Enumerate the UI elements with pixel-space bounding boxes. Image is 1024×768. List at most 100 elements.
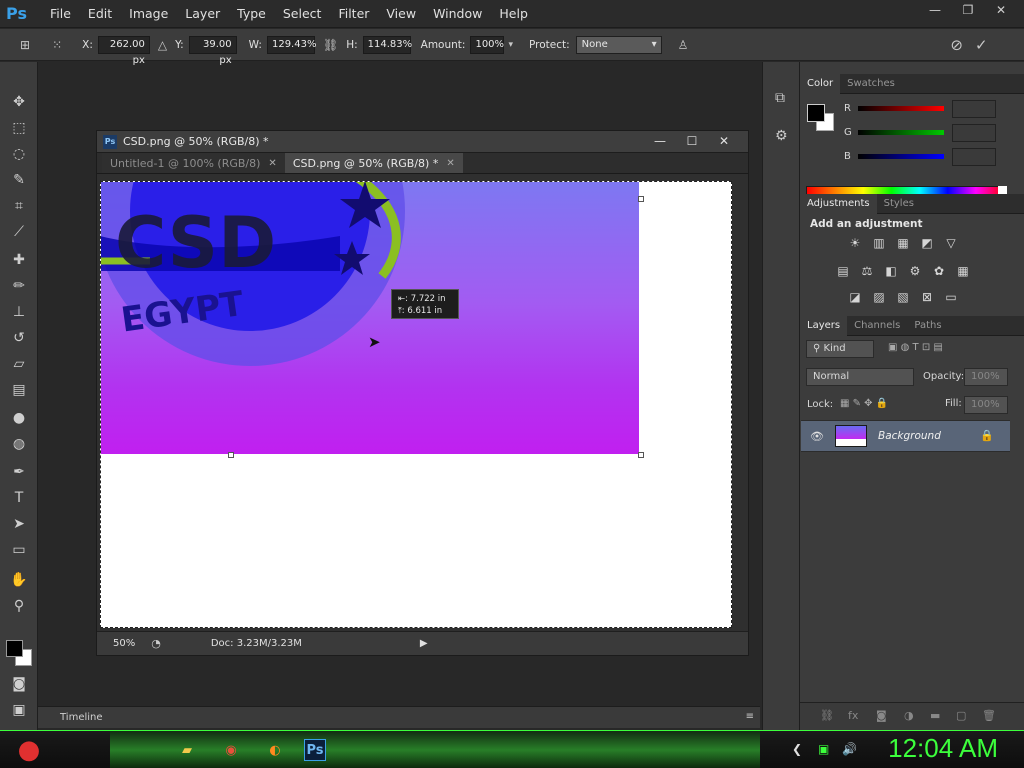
tab-layers[interactable]: Layers <box>800 315 848 336</box>
healing-brush-tool-icon[interactable]: ✚ <box>8 250 30 270</box>
amount-input[interactable]: 100% <box>470 35 505 54</box>
black-white-icon[interactable]: ◧ <box>883 264 899 278</box>
eraser-tool-icon[interactable]: ▱ <box>8 354 30 374</box>
link-icon[interactable]: ⛓ <box>323 38 338 52</box>
color-lookup-icon[interactable]: ▦ <box>955 264 971 278</box>
shape-tool-icon[interactable]: ▭ <box>8 540 30 560</box>
blue-value[interactable] <box>952 148 996 166</box>
posterize-icon[interactable]: ▨ <box>871 290 887 304</box>
transform-handle[interactable] <box>638 196 644 202</box>
layer-background[interactable]: 👁 Background 🔒 <box>801 420 1010 452</box>
adjustment-layer-icon[interactable]: ◑ <box>904 709 914 722</box>
status-arrow-icon[interactable]: ▶ <box>420 638 428 649</box>
transform-handle[interactable] <box>638 452 644 458</box>
blur-tool-icon[interactable]: ● <box>8 408 30 428</box>
menu-layer[interactable]: Layer <box>185 6 220 21</box>
hue-saturation-icon[interactable]: ▤ <box>835 264 851 278</box>
menu-filter[interactable]: Filter <box>338 6 369 21</box>
exposure-icon[interactable]: ◩ <box>919 236 935 250</box>
lasso-tool-icon[interactable]: ◌ <box>8 144 30 164</box>
tab-paths[interactable]: Paths <box>907 316 948 336</box>
vibrance-icon[interactable]: ▽ <box>943 236 959 250</box>
group-icon[interactable]: ▬ <box>930 709 940 722</box>
chrome-icon[interactable]: ◉ <box>220 739 242 761</box>
protect-skin-icon[interactable]: ♙ <box>678 38 689 52</box>
new-layer-icon[interactable]: ▢ <box>956 709 966 722</box>
red-bar[interactable] <box>858 106 944 111</box>
pen-tool-icon[interactable]: ✒ <box>8 462 30 482</box>
opacity-input[interactable]: 100% <box>964 368 1008 386</box>
menu-window[interactable]: Window <box>433 6 482 21</box>
quick-select-tool-icon[interactable]: ✎ <box>8 170 30 190</box>
volume-icon[interactable]: 🔊 <box>842 742 857 756</box>
y-input[interactable]: 39.00 px <box>188 35 237 66</box>
stamp-tool-icon[interactable]: ⊥ <box>8 302 30 322</box>
transform-handle[interactable] <box>228 452 234 458</box>
reference-point-icon[interactable]: ⁙ <box>52 38 62 52</box>
quick-mask-icon[interactable]: ◙ <box>8 674 30 694</box>
panel-menu-icon[interactable]: ≡ <box>746 711 754 722</box>
protect-select[interactable]: None <box>575 35 662 54</box>
green-bar[interactable] <box>858 130 944 135</box>
delta-icon[interactable]: △ <box>158 38 167 52</box>
selective-color-icon[interactable]: ⊠ <box>919 290 935 304</box>
tab-close-icon[interactable]: ✕ <box>446 158 454 169</box>
zoom-level[interactable]: 50% <box>113 638 135 649</box>
restore-icon[interactable]: ❐ <box>953 0 983 20</box>
gradient-map-icon[interactable]: ▭ <box>943 290 959 304</box>
threshold-icon[interactable]: ▧ <box>895 290 911 304</box>
menu-select[interactable]: Select <box>283 6 322 21</box>
canvas[interactable]: CSD EGYPT ⇤: 7.722 in ⤒: 6.611 in ➤ <box>100 181 732 628</box>
dodge-tool-icon[interactable]: ◍ <box>8 434 30 454</box>
minimize-icon[interactable]: — <box>920 0 950 20</box>
tab-adjustments[interactable]: Adjustments <box>800 193 877 214</box>
h-input[interactable]: 114.83% <box>362 35 412 54</box>
foreground-color-swatch[interactable] <box>807 104 825 122</box>
green-value[interactable] <box>952 124 996 142</box>
curves-icon[interactable]: ▦ <box>895 236 911 250</box>
blend-mode-select[interactable]: Normal <box>806 368 914 386</box>
doc-minimize-icon[interactable]: — <box>646 132 674 150</box>
start-button-icon[interactable]: ● <box>8 731 50 768</box>
blue-slider[interactable]: B <box>844 148 1024 168</box>
photoshop-taskbar-icon[interactable]: Ps <box>304 739 326 761</box>
tab-styles[interactable]: Styles <box>877 194 921 214</box>
gradient-tool-icon[interactable]: ▤ <box>8 380 30 400</box>
x-input[interactable]: 262.00 px <box>97 35 150 66</box>
green-slider[interactable]: G <box>844 124 1024 144</box>
photo-filter-icon[interactable]: ⚙ <box>907 264 923 278</box>
tab-csd[interactable]: CSD.png @ 50% (RGB/8) * ✕ <box>284 153 463 173</box>
doc-maximize-icon[interactable]: ☐ <box>678 132 706 150</box>
battery-icon[interactable]: ▣ <box>818 742 829 756</box>
invert-icon[interactable]: ◪ <box>847 290 863 304</box>
w-input[interactable]: 129.43% <box>266 35 316 54</box>
clock[interactable]: 12:04 AM <box>888 733 998 764</box>
chevron-down-icon[interactable]: ▾ <box>508 40 513 50</box>
layer-name[interactable]: Background <box>878 430 941 442</box>
trash-icon[interactable]: 🗑 <box>982 709 996 722</box>
menu-image[interactable]: Image <box>129 6 168 21</box>
tab-swatches[interactable]: Swatches <box>840 74 902 94</box>
mask-icon[interactable]: ◙ <box>876 709 887 722</box>
menu-file[interactable]: File <box>50 6 71 21</box>
marquee-tool-icon[interactable]: ⬚ <box>8 118 30 138</box>
levels-icon[interactable]: ▥ <box>871 236 887 250</box>
blue-bar[interactable] <box>858 154 944 159</box>
type-tool-icon[interactable]: T <box>8 488 30 508</box>
red-slider[interactable]: R <box>844 100 1024 120</box>
close-icon[interactable]: ✕ <box>986 0 1016 20</box>
hand-tool-icon[interactable]: ✋ <box>8 570 30 590</box>
screen-mode-icon[interactable]: ▣ <box>8 700 30 720</box>
color-balance-icon[interactable]: ⚖ <box>859 264 875 278</box>
tab-channels[interactable]: Channels <box>847 316 907 336</box>
zoom-tool-icon[interactable]: ⚲ <box>8 596 30 616</box>
firefox-icon[interactable]: ◐ <box>264 739 286 761</box>
document-titlebar[interactable]: Ps CSD.png @ 50% (RGB/8) * — ☐ ✕ <box>97 131 748 153</box>
menu-type[interactable]: Type <box>237 6 266 21</box>
status-menu-icon[interactable]: ◔ <box>151 637 161 650</box>
menu-help[interactable]: Help <box>499 6 528 21</box>
move-tool-icon[interactable]: ✥ <box>8 92 30 112</box>
menu-view[interactable]: View <box>386 6 416 21</box>
channel-mixer-icon[interactable]: ✿ <box>931 264 947 278</box>
history-brush-tool-icon[interactable]: ↺ <box>8 328 30 348</box>
